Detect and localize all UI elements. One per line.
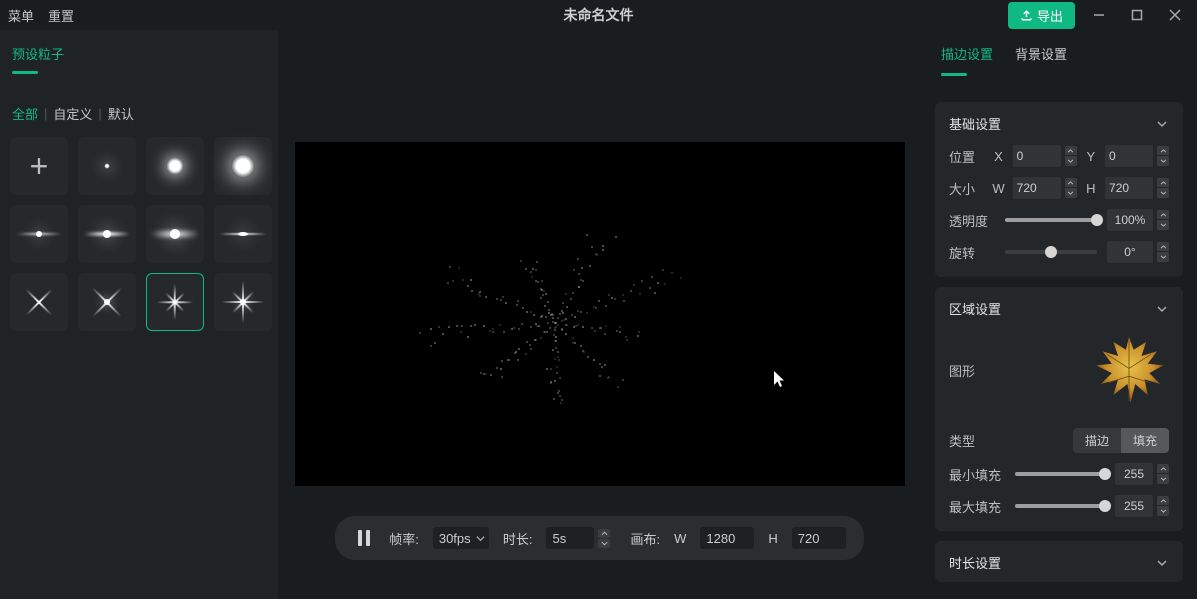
- opacity-value: 100%: [1107, 209, 1153, 231]
- fps-label: 帧率:: [389, 529, 419, 548]
- section-area-title: 区域设置: [949, 299, 1001, 318]
- size-h-spinner[interactable]: [1157, 178, 1169, 198]
- menu-button[interactable]: 菜单: [8, 6, 34, 25]
- y-label: Y: [1085, 149, 1097, 164]
- preset-add[interactable]: +: [10, 137, 68, 195]
- section-basic-title: 基础设置: [949, 114, 1001, 133]
- section-basic-toggle[interactable]: [1155, 117, 1169, 131]
- preset-filter-row: 全部 | 自定义 | 默认: [10, 104, 268, 123]
- max-fill-spinner[interactable]: [1157, 496, 1169, 516]
- rotation-spinner[interactable]: [1157, 242, 1169, 262]
- size-w-input[interactable]: [1013, 177, 1061, 199]
- preset-dot[interactable]: [78, 137, 136, 195]
- h-label: H: [1085, 181, 1097, 196]
- preset-medium[interactable]: [146, 137, 204, 195]
- tab-background-settings[interactable]: 背景设置: [1015, 44, 1067, 69]
- section-area-toggle[interactable]: [1155, 302, 1169, 316]
- export-icon: [1020, 9, 1033, 22]
- canvas-label: 画布:: [630, 529, 660, 548]
- reset-button[interactable]: 重置: [48, 6, 74, 25]
- pause-button[interactable]: [353, 527, 375, 549]
- size-label: 大小: [949, 179, 984, 198]
- cursor-icon: [773, 370, 787, 391]
- min-fill-spinner[interactable]: [1157, 464, 1169, 484]
- rotation-label: 旋转: [949, 243, 995, 262]
- fps-select[interactable]: 30fps: [433, 527, 489, 549]
- canvas-width-input[interactable]: [700, 527, 754, 549]
- opacity-label: 透明度: [949, 211, 995, 230]
- duration-input[interactable]: [546, 527, 594, 549]
- max-fill-label: 最大填充: [949, 497, 1005, 516]
- preset-grid: +: [10, 137, 268, 331]
- max-fill-slider[interactable]: [1015, 504, 1105, 508]
- type-fill-option[interactable]: 填充: [1121, 428, 1169, 453]
- duration-spinner[interactable]: [598, 529, 610, 548]
- position-label: 位置: [949, 147, 984, 166]
- max-fill-value: 255: [1115, 495, 1153, 517]
- section-duration-title: 时长设置: [949, 553, 1001, 572]
- tab-preset-particles[interactable]: 预设粒子: [12, 44, 64, 69]
- size-h-input[interactable]: [1105, 177, 1153, 199]
- preset-star-3[interactable]: [146, 273, 204, 331]
- min-fill-value: 255: [1115, 463, 1153, 485]
- filter-custom[interactable]: 自定义: [53, 104, 92, 123]
- preview-canvas[interactable]: [295, 142, 905, 486]
- preset-big[interactable]: [214, 137, 272, 195]
- document-title: 未命名文件: [564, 5, 634, 25]
- section-basic: 基础设置 位置 X Y 大小 W H 透明: [935, 102, 1183, 277]
- type-label: 类型: [949, 431, 989, 450]
- position-x-spinner[interactable]: [1065, 146, 1077, 166]
- preset-flare-2[interactable]: [78, 205, 136, 263]
- filter-all[interactable]: 全部: [12, 104, 38, 123]
- window-close-button[interactable]: [1161, 5, 1189, 25]
- filter-default[interactable]: 默认: [108, 104, 134, 123]
- w-label: W: [992, 181, 1004, 196]
- window-minimize-button[interactable]: [1085, 5, 1113, 25]
- section-area: 区域设置 图形 类型 描边 填充: [935, 287, 1183, 531]
- canvas-h-label: H: [768, 531, 777, 546]
- min-fill-slider[interactable]: [1015, 472, 1105, 476]
- shape-label: 图形: [949, 361, 989, 380]
- position-x-input[interactable]: [1013, 145, 1061, 167]
- shape-thumbnail[interactable]: [1089, 330, 1169, 410]
- position-y-input[interactable]: [1105, 145, 1153, 167]
- rotation-slider[interactable]: [1005, 250, 1097, 254]
- x-label: X: [992, 149, 1004, 164]
- section-duration: 时长设置: [935, 541, 1183, 582]
- min-fill-label: 最小填充: [949, 465, 1005, 484]
- window-maximize-button[interactable]: [1123, 5, 1151, 25]
- canvas-w-label: W: [674, 531, 686, 546]
- preset-panel: 预设粒子 全部 | 自定义 | 默认 +: [0, 30, 278, 599]
- preset-flare-4[interactable]: [214, 205, 272, 263]
- preset-flare-1[interactable]: [10, 205, 68, 263]
- size-w-spinner[interactable]: [1065, 178, 1077, 198]
- type-segmented[interactable]: 描边 填充: [1073, 428, 1169, 453]
- preset-star-2[interactable]: [78, 273, 136, 331]
- preset-star-1[interactable]: [10, 273, 68, 331]
- opacity-spinner[interactable]: [1157, 210, 1169, 230]
- duration-label: 时长:: [503, 529, 533, 548]
- section-duration-toggle[interactable]: [1155, 556, 1169, 570]
- rotation-value: 0°: [1107, 241, 1153, 263]
- position-y-spinner[interactable]: [1157, 146, 1169, 166]
- tab-stroke-settings[interactable]: 描边设置: [941, 44, 993, 69]
- canvas-height-input[interactable]: [792, 527, 846, 549]
- playback-bar: 帧率: 30fps 时长: 画布: W H: [335, 516, 864, 560]
- export-button[interactable]: 导出: [1008, 2, 1075, 29]
- properties-panel: 描边设置 背景设置 基础设置 位置 X Y 大小 W: [921, 30, 1197, 599]
- title-bar: 菜单 重置 未命名文件 导出: [0, 0, 1197, 30]
- type-stroke-option[interactable]: 描边: [1073, 428, 1121, 453]
- opacity-slider[interactable]: [1005, 218, 1097, 222]
- preset-star-4[interactable]: [214, 273, 272, 331]
- canvas-panel: 帧率: 30fps 时长: 画布: W H: [278, 30, 921, 599]
- maple-leaf-icon: [1090, 331, 1168, 409]
- preset-flare-3[interactable]: [146, 205, 204, 263]
